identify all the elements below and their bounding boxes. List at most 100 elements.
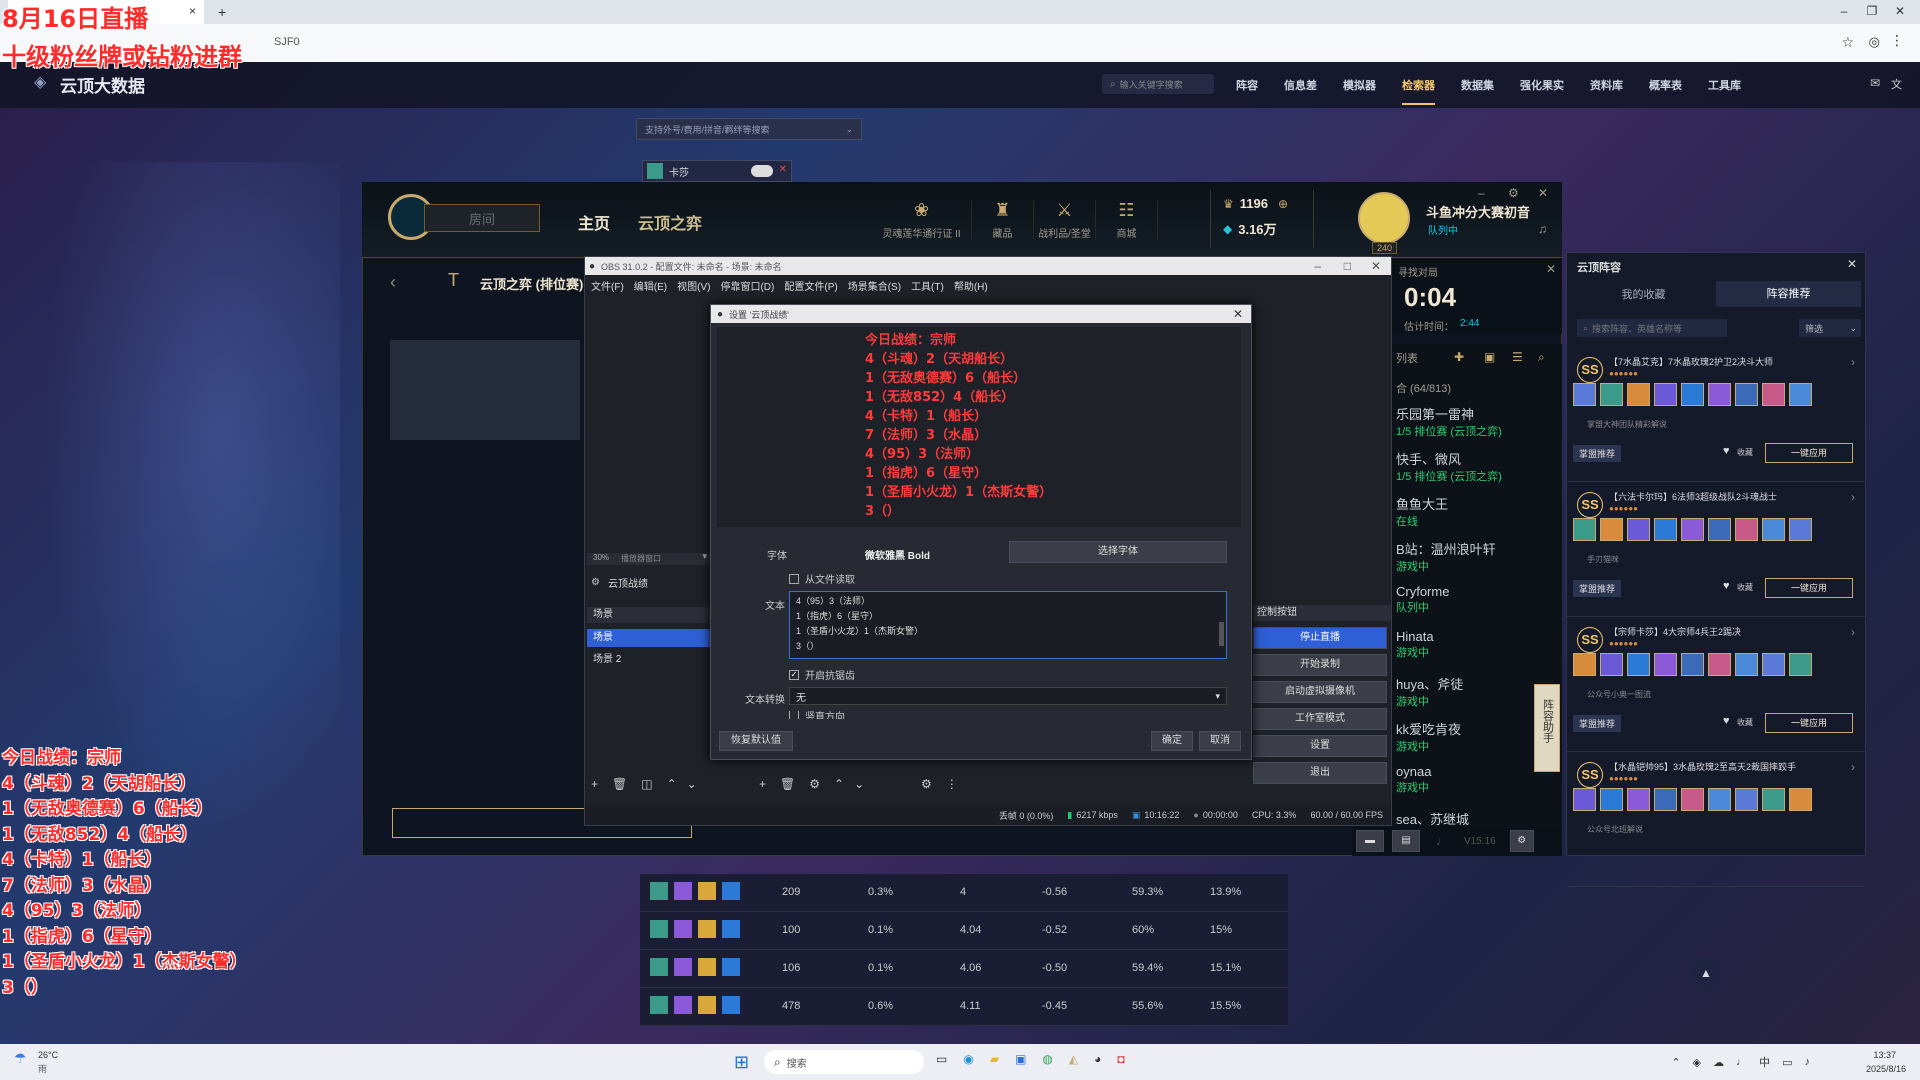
champion-icon[interactable] — [1627, 788, 1650, 811]
apply-button[interactable]: 一键应用 — [1765, 443, 1853, 463]
scene-filter-icon[interactable]: ◫ — [641, 777, 652, 791]
source-down-icon[interactable]: ⌄ — [854, 777, 864, 791]
side-filter[interactable]: 筛选 ⌄ — [1799, 319, 1861, 337]
add-source-icon[interactable]: + — [759, 777, 766, 791]
tray-volume-icon[interactable]: ♪ — [1805, 1056, 1811, 1068]
tray-ime[interactable]: 中 — [1759, 1054, 1770, 1070]
lol-menu-item-1[interactable]: ♜ 藏品 — [972, 200, 1034, 240]
champion-icon[interactable] — [1654, 788, 1677, 811]
vertical-checkbox[interactable] — [789, 711, 799, 719]
mixer-settings-icon[interactable]: ⚙ — [921, 777, 932, 791]
maximize-icon[interactable]: ❐ — [1858, 4, 1886, 18]
champion-icon[interactable] — [1600, 518, 1623, 541]
text-input[interactable]: 4（95）3（法师） 1（指虎）6（星守） 1（圣盾小火龙）1（杰斯女警） 3（） — [789, 591, 1227, 659]
champion-icon[interactable] — [1735, 788, 1758, 811]
card-chevron-icon[interactable]: › — [1851, 355, 1855, 369]
champion-icon[interactable] — [1708, 788, 1731, 811]
obs-control-button-0[interactable]: 停止直播 — [1253, 627, 1387, 649]
comp-card[interactable]: SS 【7水晶艾克】7水晶玫瑰2护卫2决斗大师 › ●●●●●● 掌盟大神团队精彩解说掌… — [1567, 347, 1865, 482]
friend-item[interactable]: 乐园第一雷神 1/5 排位赛 (云顶之弈) — [1396, 404, 1502, 449]
lol-tft-tab[interactable]: 云顶之弈 — [638, 210, 702, 234]
friend-search-icon[interactable]: ⌕ — [1538, 350, 1545, 365]
side-close-icon[interactable]: ✕ — [1847, 257, 1857, 271]
choose-font-button[interactable]: 选择字体 — [1009, 541, 1227, 563]
nav-item-6[interactable]: 资料库 — [1590, 77, 1623, 93]
lol-settings-icon[interactable]: ⚙ — [1508, 186, 1519, 200]
lol-taskbar-icon[interactable]: ◭ — [1069, 1052, 1078, 1066]
apply-button[interactable]: 一键应用 — [1765, 578, 1853, 598]
champion-icon[interactable] — [1573, 653, 1596, 676]
champion-icon[interactable] — [1708, 653, 1731, 676]
tab-recommended[interactable]: 阵容推荐 — [1716, 281, 1861, 307]
nav-item-8[interactable]: 工具库 — [1708, 77, 1741, 93]
windows-start-icon[interactable]: ⊞ — [734, 1052, 749, 1073]
site-search-input[interactable]: ⌕ 输入关键字搜索 — [1102, 74, 1214, 94]
minimize-icon[interactable]: – — [1830, 4, 1858, 18]
chrome-icon[interactable]: ◍ — [1042, 1052, 1052, 1066]
language-icon[interactable]: 文 — [1891, 76, 1902, 92]
transform-select[interactable]: 无 ▾ — [789, 687, 1227, 705]
card-chevron-icon[interactable]: › — [1851, 625, 1855, 639]
champion-icon[interactable] — [1789, 653, 1812, 676]
friend-item[interactable]: Hinata 游戏中 — [1396, 629, 1502, 674]
add-folder-icon[interactable]: ▣ — [1484, 350, 1495, 364]
comp-fav-label[interactable]: 收藏 — [1737, 582, 1753, 593]
nav-item-5[interactable]: 强化果实 — [1520, 77, 1564, 93]
lol-close-icon[interactable]: ✕ — [1538, 186, 1548, 200]
heart-icon[interactable]: ♥ — [1723, 445, 1730, 457]
assist-tab[interactable]: 阵容助手 — [1534, 684, 1560, 772]
obs-control-button-4[interactable]: 设置 — [1253, 735, 1387, 757]
cancel-button[interactable]: 取消 — [1199, 731, 1241, 751]
address-bar[interactable]: SJF0 ☆ ◎ ⋮ — [0, 24, 1920, 62]
room-button[interactable]: 房间 — [424, 204, 540, 232]
weather-widget[interactable]: ☂ 26°C 雨 — [14, 1050, 74, 1074]
dialog-close-icon[interactable]: ✕ — [1233, 307, 1243, 321]
champion-icon[interactable] — [1735, 518, 1758, 541]
hero-chip[interactable]: 卡莎 ✕ — [642, 160, 792, 182]
champion-icon[interactable] — [1789, 383, 1812, 406]
add-currency-icon[interactable]: ⊕ — [1278, 197, 1288, 211]
comp-card[interactable]: SS 【水晶铠帅95】3水晶玫瑰2至高天2裁国摔跤手 › ●●●●●● 公众号北班解说 — [1567, 752, 1865, 887]
nav-item-4[interactable]: 数据集 — [1461, 77, 1494, 93]
chip-toggle[interactable] — [751, 165, 773, 177]
obs-minimize-icon[interactable]: – — [1314, 259, 1321, 273]
champion-icon[interactable] — [1600, 788, 1623, 811]
obs-menu-6[interactable]: 工具(T) — [911, 278, 944, 293]
obs-menu-3[interactable]: 停靠窗口(D) — [720, 278, 774, 293]
remove-scene-icon[interactable]: 🗑 — [612, 777, 627, 791]
add-scene-icon[interactable]: + — [591, 777, 598, 791]
store-icon[interactable]: ▣ — [1015, 1052, 1026, 1066]
champion-icon[interactable] — [1627, 518, 1650, 541]
obs-menu-5[interactable]: 场景集合(S) — [848, 278, 901, 293]
source-up-icon[interactable]: ⌃ — [834, 777, 844, 791]
champion-icon[interactable] — [1600, 383, 1623, 406]
champion-icon[interactable] — [1789, 518, 1812, 541]
friend-item[interactable]: huya、斧徒 游戏中 — [1396, 674, 1502, 719]
champion-icon[interactable] — [1708, 383, 1731, 406]
mixer-menu-icon[interactable]: ⋮ — [946, 777, 958, 791]
chat-icon[interactable]: ▬ — [1356, 830, 1384, 852]
antialias-checkbox[interactable]: ✓ — [789, 669, 799, 680]
scene-up-icon[interactable]: ⌃ — [667, 777, 677, 791]
profile-icon[interactable]: ◎ — [1869, 34, 1880, 50]
comp-fav-label[interactable]: 收藏 — [1737, 447, 1753, 458]
tab-close-icon[interactable]: × — [189, 4, 196, 18]
back-arrow-icon[interactable]: ‹ — [390, 272, 396, 293]
mic-icon[interactable]: ♩ — [1428, 834, 1456, 848]
comp-fav-label[interactable]: 收藏 — [1737, 717, 1753, 728]
table-row[interactable]: 106 0.1% 4.06 -0.50 59.4% 15.1% — [640, 950, 1288, 988]
heart-icon[interactable]: ♥ — [1723, 580, 1730, 592]
card-chevron-icon[interactable]: › — [1851, 490, 1855, 504]
obs-menu-0[interactable]: 文件(F) — [591, 278, 624, 293]
champion-icon[interactable] — [1762, 383, 1785, 406]
list-icon[interactable]: ☰ — [1512, 350, 1523, 364]
champion-icon[interactable] — [1681, 788, 1704, 811]
remove-source-icon[interactable]: 🗑 — [780, 777, 795, 791]
tab-my-favorites[interactable]: 我的收藏 — [1571, 286, 1716, 302]
card-chevron-icon[interactable]: › — [1851, 760, 1855, 774]
lol-minimize-icon[interactable]: – — [1478, 186, 1485, 200]
champion-icon[interactable] — [1600, 653, 1623, 676]
tray-chevron-icon[interactable]: ⌃ — [1671, 1056, 1680, 1069]
scene-down-icon[interactable]: ⌄ — [687, 777, 697, 791]
champion-icon[interactable] — [1762, 653, 1785, 676]
